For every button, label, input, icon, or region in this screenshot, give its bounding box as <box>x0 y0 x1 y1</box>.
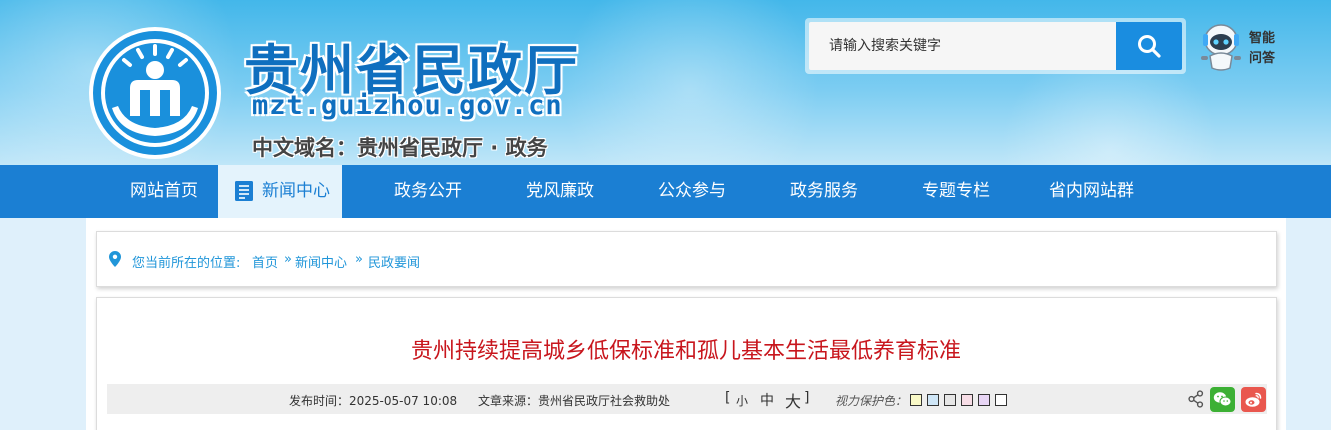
font-size-bracket-close: ] <box>804 390 810 406</box>
nav-item-government-affairs[interactable]: 政务公开 <box>394 165 462 218</box>
eye-color-blue-swatch[interactable] <box>927 394 939 406</box>
search-icon <box>1138 35 1161 58</box>
robot-assistant-icon[interactable] <box>1196 20 1246 72</box>
share-icon[interactable] <box>1188 390 1204 408</box>
main-nav: 网站首页 新闻中心 政务公开 党风廉政 公众参与 政务服务 专题专栏 省内网站群 <box>0 165 1331 218</box>
font-size-large-button[interactable]: 大 <box>785 388 801 412</box>
breadcrumb-prefix: 您当前所在的位置: <box>132 256 241 271</box>
font-size-small-button[interactable]: 小 <box>736 392 748 409</box>
search-box <box>805 18 1186 74</box>
search-button[interactable] <box>1116 22 1182 70</box>
eye-color-pink-swatch[interactable] <box>961 394 973 406</box>
smart-qa-link[interactable]: 智能 问答 <box>1249 29 1281 69</box>
breadcrumb: 您当前所在的位置: 首页 » 新闻中心 » 民政要闻 <box>96 231 1277 287</box>
eye-color-purple-swatch[interactable] <box>978 394 990 406</box>
header-decoration <box>560 0 820 165</box>
breadcrumb-separator: » <box>284 252 292 267</box>
wechat-share-icon[interactable] <box>1210 387 1235 412</box>
smart-qa-label-line1: 智能 <box>1249 31 1276 46</box>
breadcrumb-civil-news[interactable]: 民政要闻 <box>368 252 420 271</box>
location-pin-icon <box>109 251 121 267</box>
breadcrumb-news-center[interactable]: 新闻中心 <box>295 252 347 271</box>
breadcrumb-home[interactable]: 首页 <box>252 252 278 271</box>
eye-protection-label: 视力保护色： <box>835 394 908 408</box>
site-domain: mzt.guizhou.gov.cn <box>252 90 563 121</box>
breadcrumb-separator: » <box>355 252 363 267</box>
article-meta-bar <box>107 384 1267 414</box>
nav-item-party-conduct[interactable]: 党风廉政 <box>526 165 594 218</box>
nav-item-label: 新闻中心 <box>262 181 330 201</box>
nav-item-government-services[interactable]: 政务服务 <box>790 165 858 218</box>
document-icon <box>235 181 253 201</box>
nav-item-provincial-sites[interactable]: 省内网站群 <box>1049 165 1134 218</box>
nav-item-special-topics[interactable]: 专题专栏 <box>922 165 990 218</box>
search-input[interactable] <box>809 22 1117 70</box>
eye-color-white-swatch[interactable] <box>995 394 1007 406</box>
weibo-share-icon[interactable] <box>1241 387 1266 412</box>
smart-qa-label-line2: 问答 <box>1249 51 1276 66</box>
civil-affairs-logo[interactable] <box>86 24 224 162</box>
eye-color-gray-swatch[interactable] <box>944 394 956 406</box>
article-source: 文章来源：贵州省民政厅社会救助处 <box>478 394 671 408</box>
article-title: 贵州持续提高城乡低保标准和孤儿基本生活最低养育标准 <box>410 339 961 364</box>
publish-time: 发布时间：2025-05-07 10:08 <box>289 394 458 408</box>
font-size-bracket-open: [ <box>725 390 731 406</box>
nav-item-home[interactable]: 网站首页 <box>130 165 198 218</box>
nav-item-public-participation[interactable]: 公众参与 <box>658 165 726 218</box>
font-size-medium-button[interactable]: 中 <box>760 390 774 410</box>
eye-color-yellow-swatch[interactable] <box>910 394 922 406</box>
nav-item-news-center[interactable]: 新闻中心 <box>218 165 342 218</box>
chinese-domain-name: 中文域名：贵州省民政厅 · 政务 <box>252 136 548 160</box>
site-header: 贵州省民政厅 mzt.guizhou.gov.cn 中文域名：贵州省民政厅 · … <box>0 0 1331 165</box>
